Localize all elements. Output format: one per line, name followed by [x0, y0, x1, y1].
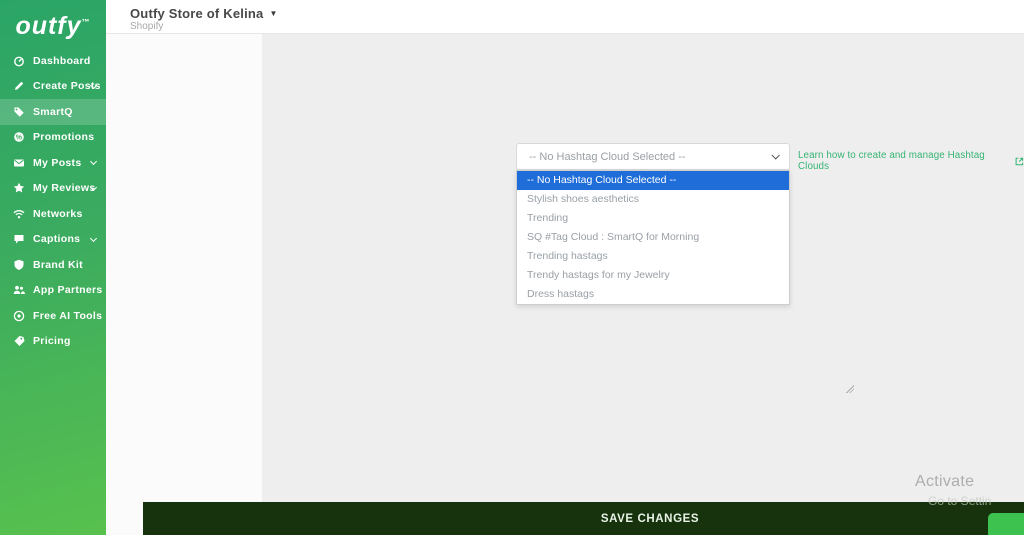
- save-changes-label: SAVE CHANGES: [600, 512, 700, 525]
- sidebar-item-free-ai-tools[interactable]: Free AI Tools: [0, 303, 106, 329]
- store-name: Outfy Store of Kelina: [130, 6, 264, 21]
- sidebar-item-label: Dashboard: [33, 54, 91, 67]
- dropdown-option[interactable]: -- No Hashtag Cloud Selected --: [517, 171, 789, 190]
- chevron-down-icon: [89, 183, 98, 191]
- sidebar-item-label: My Reviews: [33, 182, 96, 195]
- people-icon: [13, 284, 25, 296]
- activate-watermark-line2: Go to Settin: [928, 494, 992, 508]
- sidebar-item-label: Captions: [33, 233, 81, 246]
- top-header: Outfy Store of Kelina ▼ Shopify: [106, 0, 1024, 34]
- chevron-down-icon: [771, 150, 780, 160]
- sidebar-item-smartq[interactable]: SmartQ: [0, 99, 106, 125]
- sidebar-item-dashboard[interactable]: Dashboard: [0, 48, 106, 74]
- save-changes-button[interactable]: SAVE CHANGES: [143, 502, 1024, 535]
- gauge-icon: [13, 55, 25, 67]
- external-link-icon: [1015, 157, 1024, 165]
- tag-icon: [13, 106, 25, 118]
- sidebar-item-my-reviews[interactable]: My Reviews: [0, 176, 106, 202]
- pricetag-icon: [13, 335, 25, 347]
- dropdown-option[interactable]: Stylish shoes aesthetics: [517, 190, 789, 209]
- sidebar-nav: Dashboard Create Posts SmartQ % Promotio…: [0, 48, 106, 354]
- sidebar-item-label: App Partners: [33, 284, 103, 297]
- hashtag-clouds-help-link-text: Learn how to create and manage Hashtag C…: [798, 150, 985, 172]
- sidebar-item-pricing[interactable]: Pricing: [0, 329, 106, 355]
- sidebar-item-label: My Posts: [33, 156, 82, 169]
- envelope-icon: [13, 157, 25, 169]
- dropdown-option[interactable]: Trending hastags: [517, 247, 789, 266]
- sidebar-item-label: Pricing: [33, 335, 71, 348]
- svg-text:%: %: [16, 135, 23, 142]
- dropdown-option[interactable]: SQ #Tag Cloud : SmartQ for Morning: [517, 228, 789, 247]
- hashtag-cloud-select[interactable]: -- No Hashtag Cloud Selected --: [516, 143, 790, 170]
- sidebar: outfy™ Dashboard Create Posts SmartQ % P…: [0, 0, 106, 535]
- sidebar-item-networks[interactable]: Networks: [0, 201, 106, 227]
- sidebar-item-promotions[interactable]: % Promotions: [0, 125, 106, 151]
- dropdown-option[interactable]: Trendy hastags for my Jewelry: [517, 266, 789, 285]
- store-switcher[interactable]: Outfy Store of Kelina ▼: [130, 6, 278, 21]
- dropdown-option[interactable]: Dress hastags: [517, 285, 789, 304]
- sidebar-item-brand-kit[interactable]: Brand Kit: [0, 252, 106, 278]
- caret-down-icon: ▼: [269, 9, 278, 18]
- textarea-resize-handle[interactable]: [846, 385, 854, 393]
- pencil-icon: [13, 80, 25, 92]
- chat-widget[interactable]: [988, 513, 1024, 535]
- platform-label: Shopify: [130, 21, 164, 32]
- percent-icon: %: [13, 131, 25, 143]
- star-icon: [13, 182, 25, 194]
- dropdown-option[interactable]: Trending: [517, 209, 789, 228]
- hashtag-cloud-dropdown: -- No Hashtag Cloud Selected -- Stylish …: [516, 170, 790, 305]
- chevron-down-icon: [89, 234, 98, 242]
- sidebar-item-my-posts[interactable]: My Posts: [0, 150, 106, 176]
- target-icon: [13, 310, 25, 322]
- wifi-icon: [13, 208, 25, 220]
- sidebar-item-label: SmartQ: [33, 105, 73, 118]
- sidebar-item-label: Networks: [33, 207, 83, 220]
- hashtag-clouds-help-link[interactable]: Learn how to create and manage Hashtag C…: [798, 150, 1024, 172]
- chat-bubble-icon: [13, 233, 25, 245]
- activate-watermark-line1: Activate: [915, 473, 975, 490]
- sidebar-item-app-partners[interactable]: App Partners: [0, 278, 106, 304]
- shield-icon: [13, 259, 25, 271]
- sidebar-item-create-posts[interactable]: Create Posts: [0, 74, 106, 100]
- sidebar-item-label: Free AI Tools: [33, 309, 103, 322]
- logo-tm: ™: [81, 17, 91, 27]
- sidebar-item-captions[interactable]: Captions: [0, 227, 106, 253]
- sidebar-item-label: Promotions: [33, 131, 95, 144]
- outfy-logo[interactable]: outfy™: [0, 0, 106, 41]
- sidebar-item-label: Brand Kit: [33, 258, 83, 271]
- hashtag-cloud-select-value: -- No Hashtag Cloud Selected --: [529, 150, 686, 163]
- logo-text: outfy: [15, 12, 82, 40]
- chevron-down-icon: [89, 157, 98, 166]
